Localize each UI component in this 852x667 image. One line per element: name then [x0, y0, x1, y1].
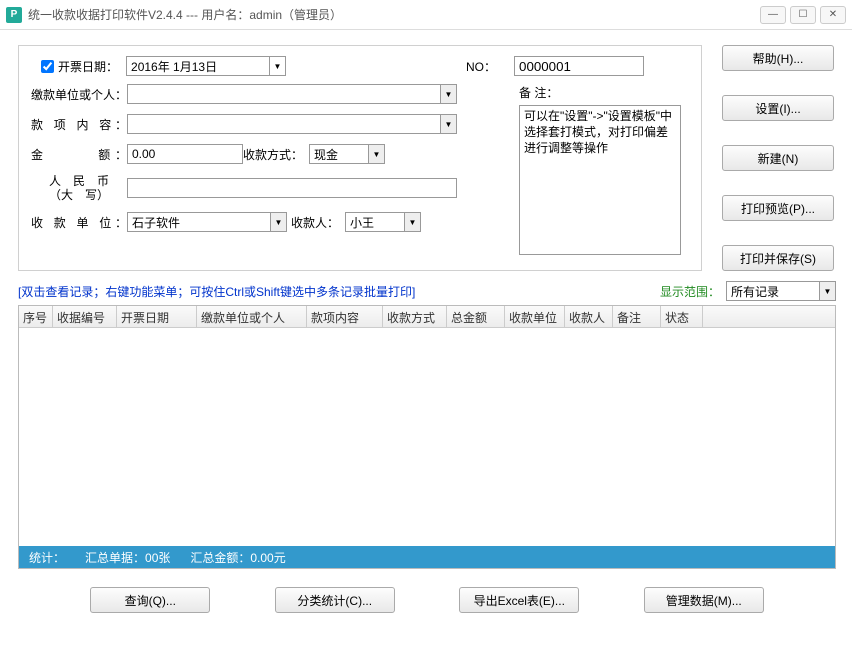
payee-value: 小王 — [350, 214, 374, 231]
grid-col-header[interactable]: 收据编号 — [53, 306, 117, 327]
hint-row: [双击查看记录；右键功能菜单；可按住Ctrl或Shift键选中多条记录批量打印]… — [18, 281, 836, 301]
grid-col-header[interactable]: 备注 — [613, 306, 661, 327]
range-value: 所有记录 — [731, 283, 779, 300]
export-button[interactable]: 导出Excel表(E)... — [459, 587, 579, 613]
grid-col-header[interactable]: 状态 — [661, 306, 703, 327]
grid-col-header[interactable]: 缴款单位或个人 — [197, 306, 307, 327]
no-input[interactable] — [514, 56, 644, 76]
date-checkbox[interactable] — [41, 60, 54, 73]
app-icon: P — [6, 7, 22, 23]
window-buttons: — ☐ ✕ — [760, 6, 846, 24]
chevron-down-icon[interactable]: ▼ — [440, 85, 456, 103]
paymode-label: 收款方式： — [243, 146, 309, 163]
remark-textarea[interactable] — [519, 105, 681, 255]
grid-col-header[interactable]: 开票日期 — [117, 306, 197, 327]
chevron-down-icon[interactable]: ▼ — [269, 57, 285, 75]
rmb-label: 人 民 币（大 写） — [31, 174, 127, 202]
paymode-value: 现金 — [314, 146, 338, 163]
grid-body[interactable] — [19, 328, 835, 546]
range-label: 显示范围： — [660, 283, 720, 300]
form-panel: 开票日期： 2016年 1月13日 ▼ NO： 缴款单位或个人： ▼ 款 项 内… — [18, 45, 702, 271]
grid-header: 序号收据编号开票日期缴款单位或个人款项内容收款方式总金额收款单位收款人备注状态 — [19, 306, 835, 328]
summary-label: 统计： — [29, 549, 65, 566]
chevron-down-icon[interactable]: ▼ — [819, 282, 835, 300]
grid-col-header[interactable]: 收款人 — [565, 306, 613, 327]
amount-label: 金 额： — [31, 146, 127, 163]
sidebar-buttons: 帮助(H)... 设置(I)... 新建(N) 打印预览(P)... 打印并保存… — [722, 45, 834, 271]
range-combo[interactable]: 所有记录 ▼ — [726, 281, 836, 301]
window-title: 统一收款收据打印软件V2.4.4 --- 用户名：admin（管理员） — [28, 6, 760, 23]
query-button[interactable]: 查询(Q)... — [90, 587, 210, 613]
item-combo[interactable]: ▼ — [127, 114, 457, 134]
hint-text: [双击查看记录；右键功能菜单；可按住Ctrl或Shift键选中多条记录批量打印] — [18, 283, 415, 300]
date-input[interactable]: 2016年 1月13日 ▼ — [126, 56, 286, 76]
rmb-input[interactable] — [127, 178, 457, 198]
date-value: 2016年 1月13日 — [131, 58, 217, 75]
chevron-down-icon[interactable]: ▼ — [404, 213, 420, 231]
item-label: 款 项 内 容： — [31, 116, 127, 133]
row-date-no: 开票日期： 2016年 1月13日 ▼ NO： — [31, 56, 689, 76]
summary-count: 汇总单据：00张 — [85, 549, 170, 566]
help-button[interactable]: 帮助(H)... — [722, 45, 834, 71]
amount-input[interactable] — [127, 144, 243, 164]
paymode-combo[interactable]: 现金 ▼ — [309, 144, 385, 164]
date-label: 开票日期： — [58, 58, 118, 75]
chevron-down-icon[interactable]: ▼ — [368, 145, 384, 163]
stats-button[interactable]: 分类统计(C)... — [275, 587, 395, 613]
print-save-button[interactable]: 打印并保存(S) — [722, 245, 834, 271]
payee-label: 收款人： — [287, 214, 345, 231]
grid-col-header[interactable]: 序号 — [19, 306, 53, 327]
payee-unit-combo[interactable]: 石子软件 ▼ — [127, 212, 287, 232]
payer-combo[interactable]: ▼ — [127, 84, 457, 104]
content-area: 开票日期： 2016年 1月13日 ▼ NO： 缴款单位或个人： ▼ 款 项 内… — [0, 30, 852, 623]
manage-button[interactable]: 管理数据(M)... — [644, 587, 764, 613]
form-body: 缴款单位或个人： ▼ 款 项 内 容： ▼ 金 额： — [31, 84, 689, 258]
maximize-button[interactable]: ☐ — [790, 6, 816, 24]
no-label: NO： — [466, 58, 496, 75]
records-grid: 序号收据编号开票日期缴款单位或个人款项内容收款方式总金额收款单位收款人备注状态 … — [18, 305, 836, 569]
close-button[interactable]: ✕ — [820, 6, 846, 24]
payee-unit-value: 石子软件 — [132, 214, 180, 231]
chevron-down-icon[interactable]: ▼ — [270, 213, 286, 231]
minimize-button[interactable]: — — [760, 6, 786, 24]
grid-summary: 统计： 汇总单据：00张 汇总金额：0.00元 — [19, 546, 835, 568]
remark-col: 备 注： — [519, 84, 689, 258]
payer-label: 缴款单位或个人： — [31, 86, 127, 103]
grid-col-header[interactable]: 收款方式 — [383, 306, 447, 327]
settings-button[interactable]: 设置(I)... — [722, 95, 834, 121]
chevron-down-icon[interactable]: ▼ — [440, 115, 456, 133]
remark-label: 备 注： — [519, 84, 689, 101]
grid-col-header[interactable]: 总金额 — [447, 306, 505, 327]
grid-col-header[interactable]: 款项内容 — [307, 306, 383, 327]
payee-unit-label: 收 款 单 位： — [31, 214, 127, 231]
grid-col-header[interactable]: 收款单位 — [505, 306, 565, 327]
bottom-buttons: 查询(Q)... 分类统计(C)... 导出Excel表(E)... 管理数据(… — [18, 587, 836, 613]
titlebar: P 统一收款收据打印软件V2.4.4 --- 用户名：admin（管理员） — … — [0, 0, 852, 30]
form-left: 缴款单位或个人： ▼ 款 项 内 容： ▼ 金 额： — [31, 84, 505, 258]
summary-amount: 汇总金额：0.00元 — [190, 549, 285, 566]
new-button[interactable]: 新建(N) — [722, 145, 834, 171]
print-preview-button[interactable]: 打印预览(P)... — [722, 195, 834, 221]
payee-combo[interactable]: 小王 ▼ — [345, 212, 421, 232]
